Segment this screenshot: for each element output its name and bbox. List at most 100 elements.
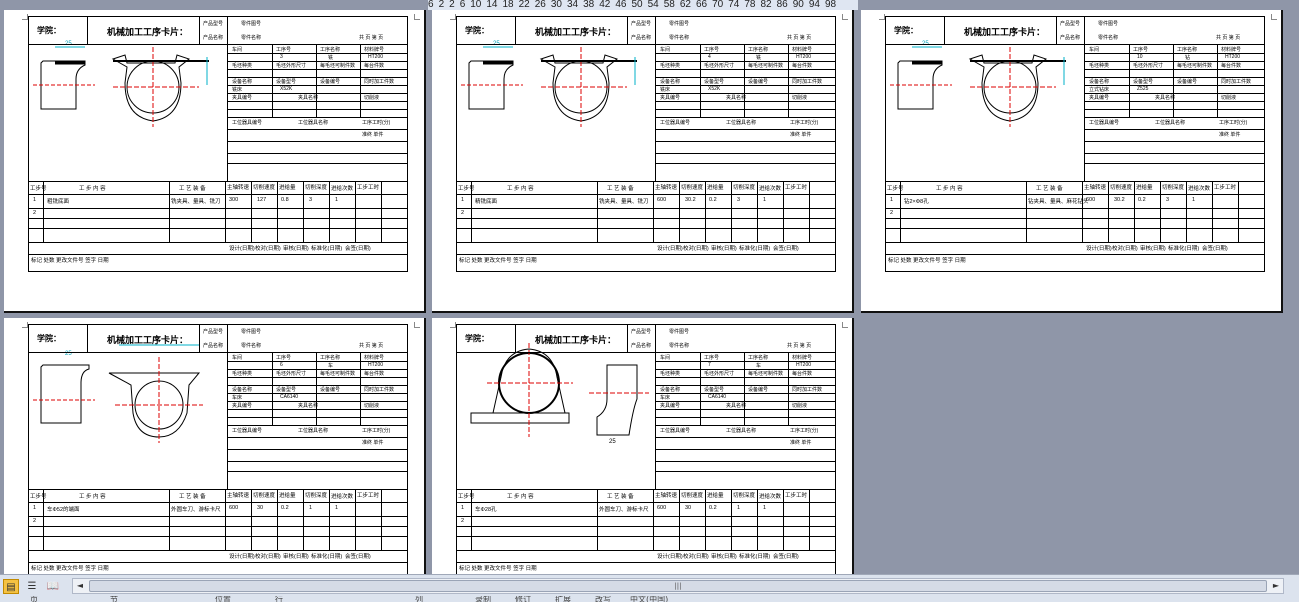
- depth-header: 切削深度: [733, 185, 756, 191]
- process-no-value: 3: [280, 54, 283, 60]
- view-reading-button[interactable]: 📖: [45, 579, 61, 594]
- step-row-line: [29, 526, 407, 527]
- spec-row-line: [228, 153, 407, 154]
- document-page-3[interactable]: 学院： 机械加工工序卡片： 产品型号 产品名称 零件图号 零件名称共 页 第 页 25 车间工…: [861, 10, 1283, 313]
- time-type-labels: 准终 单件: [1219, 132, 1241, 138]
- equipment-name-value: 车床: [660, 395, 671, 401]
- spec-row-line: [1085, 117, 1264, 118]
- depth-header: 切削深度: [305, 493, 328, 499]
- crop-mark: [414, 14, 420, 20]
- spec-row-line: [1085, 129, 1264, 130]
- process-name-label: 工序名称: [320, 47, 341, 53]
- spec-row-line: [228, 377, 407, 378]
- step-row-line: [29, 562, 407, 563]
- countersign-label: 会签(日期): [773, 554, 799, 560]
- step-content-value: 钻2×Φ8孔: [904, 199, 929, 205]
- step-number: 2: [890, 210, 894, 216]
- step-row-line: [29, 550, 407, 551]
- view-normal-button[interactable]: ▤: [3, 579, 19, 594]
- step-col-line: [679, 182, 680, 242]
- step-col-line: [225, 490, 226, 550]
- step-number: 2: [33, 210, 37, 216]
- simultaneous-label: 同时加工件数: [364, 387, 395, 393]
- card-title: 机械加工工序卡片：: [535, 335, 617, 345]
- status-bar: ▤ ☰ 📖 ◄ ||| ► 页 节 位置 行 列 录制 修订 扩展 改写 中文(中国): [0, 574, 1299, 602]
- equipment-header: 工 艺 装 备: [179, 494, 206, 500]
- total-pages-label: 共 页 第 页: [787, 343, 812, 349]
- status-item[interactable]: 改写: [595, 596, 611, 602]
- horizontal-scrollbar[interactable]: ◄ ||| ►: [72, 578, 1284, 594]
- status-item[interactable]: 页: [30, 596, 38, 602]
- spec-row-line: [228, 437, 407, 438]
- depth-header: 切削深度: [1162, 185, 1185, 191]
- view-outline-button[interactable]: ☰: [24, 579, 40, 594]
- spindle-speed-header: 主轴转速: [227, 493, 250, 499]
- document-page-1[interactable]: 学院： 机械加工工序卡片： 产品型号 产品名称 零件图号 零件名称共 页 第 页 25 车间工…: [4, 10, 426, 313]
- standardize-label: 标准化(日期): [311, 246, 343, 252]
- passes-value: 1: [1192, 197, 1196, 203]
- revision-labels: 标记 处数 更改文件号 签字 日期: [459, 258, 537, 264]
- status-item[interactable]: 位置: [215, 596, 231, 602]
- status-item[interactable]: 修订: [515, 596, 531, 602]
- school-label: 学院：: [37, 334, 61, 343]
- station-tool-no-label: 工位器具编号: [232, 428, 263, 434]
- equipment-no-label: 设备编号: [1177, 79, 1198, 85]
- divider: [1056, 17, 1057, 44]
- document-page-5[interactable]: 学院： 机械加工工序卡片： 产品型号 产品名称 零件图号 零件名称共 页 第 页 25 车间工…: [432, 318, 854, 578]
- spec-row-line: [656, 101, 835, 102]
- feed-header: 进给量: [279, 493, 296, 499]
- document-page-2[interactable]: 学院： 机械加工工序卡片： 产品型号 产品名称 零件图号 零件名称共 页 第 页 25 车间工…: [432, 10, 854, 313]
- passes-header: 进给次数: [759, 186, 782, 192]
- document-page-4[interactable]: 学院： 机械加工工序卡片： 产品型号 产品名称 零件图号 零件名称共 页 第 页 25 车间工…: [4, 318, 426, 578]
- crop-mark: [414, 322, 420, 328]
- part-name-label: 零件名称: [669, 35, 690, 41]
- spec-col-line: [360, 45, 361, 117]
- process-no-value: 10: [1137, 54, 1143, 60]
- step-row-line: [457, 218, 835, 219]
- fixture-name-label: 夹具名称: [726, 403, 747, 409]
- spec-col-line: [700, 45, 701, 117]
- step-no-header: 工步号: [458, 186, 475, 192]
- depth-value: 1: [309, 505, 313, 511]
- scroll-thumb[interactable]: |||: [89, 580, 1267, 592]
- step-number: 1: [461, 505, 465, 511]
- ruler-tick-label: 46: [615, 0, 627, 10]
- status-item[interactable]: 扩展: [555, 596, 571, 602]
- passes-value: 1: [335, 505, 339, 511]
- blank-size-label: 毛坯外形尺寸: [704, 63, 735, 69]
- status-item[interactable]: 列: [415, 596, 423, 602]
- time-type-labels: 准终 单件: [362, 132, 384, 138]
- spec-row-line: [656, 85, 835, 86]
- divider: [199, 17, 200, 44]
- process-no-label: 工序号: [704, 47, 720, 53]
- scroll-left-icon[interactable]: ◄: [73, 579, 87, 593]
- status-item[interactable]: 中文(中国): [630, 596, 668, 602]
- station-tool-name-label: 工位器具名称: [726, 428, 757, 434]
- card-header: 学院： 机械加工工序卡片： 产品型号 产品名称 零件图号 零件名称 共 页 第 页: [457, 17, 835, 45]
- total-pages-label: 共 页 第 页: [787, 35, 812, 41]
- blank-type-label: 毛坯种类: [660, 371, 681, 377]
- status-item[interactable]: 行: [275, 596, 283, 602]
- step-row-line: [457, 536, 835, 537]
- part-drawing-label: 零件图号: [241, 329, 262, 335]
- passes-header: 进给次数: [331, 186, 354, 192]
- divider: [87, 325, 88, 352]
- step-col-line: [783, 490, 784, 550]
- pieces-per-blank-label: 每毛坯可制件数: [320, 63, 356, 69]
- coolant-label: 切削液: [364, 403, 380, 409]
- process-name-label: 工序名称: [748, 355, 769, 361]
- equipment-name-label: 设备名称: [1089, 79, 1110, 85]
- status-item[interactable]: 录制: [475, 596, 491, 602]
- material-label: 材料牌号: [1221, 47, 1242, 53]
- product-model-label: 产品型号: [631, 329, 652, 335]
- scroll-right-icon[interactable]: ►: [1269, 579, 1283, 593]
- step-col-line: [303, 490, 304, 550]
- workshop-label: 车间: [232, 47, 243, 53]
- total-pages-label: 共 页 第 页: [359, 35, 384, 41]
- status-item[interactable]: 节: [110, 596, 118, 602]
- step-col-line: [757, 182, 758, 242]
- fixture-name-label: 夹具名称: [298, 403, 319, 409]
- horizontal-ruler[interactable]: 6 2 2 6 10 14 18 22 26 30 34 38 42 46 50 54 58 62 66 70 74 78…: [428, 0, 858, 10]
- speed-value: 600: [229, 505, 239, 511]
- step-col-line: [597, 182, 598, 242]
